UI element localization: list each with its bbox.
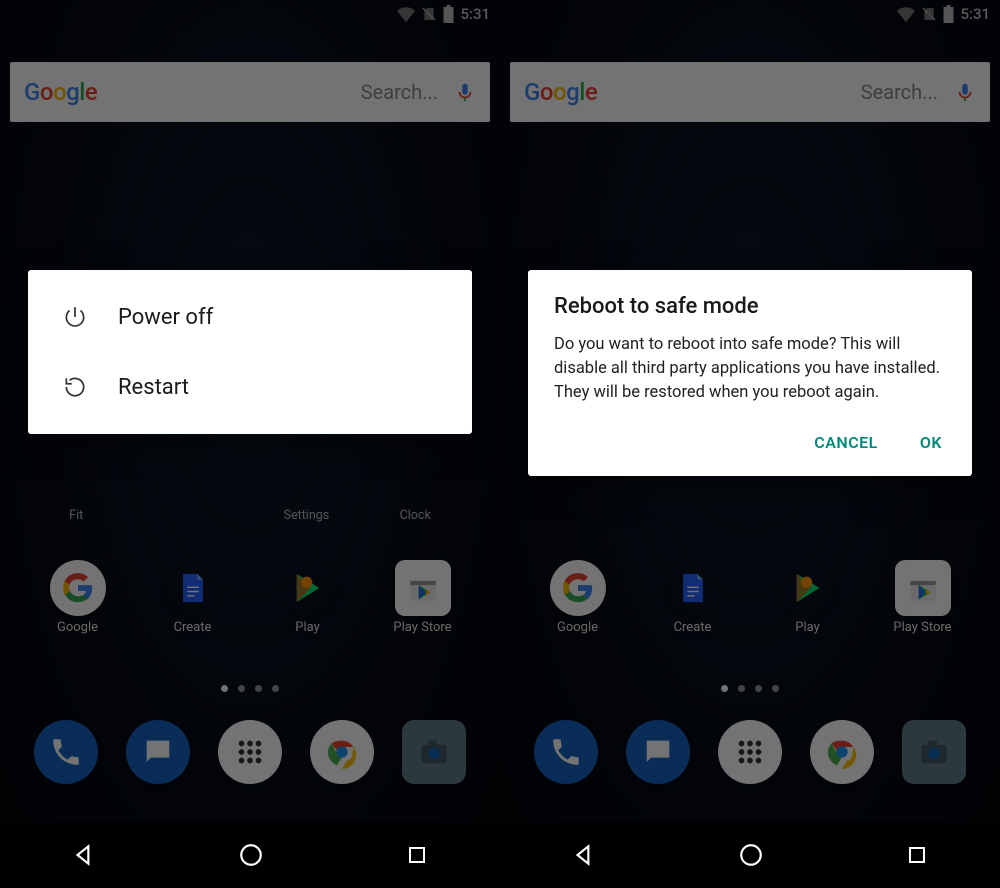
cancel-button[interactable]: CANCEL [810, 427, 882, 458]
nav-recent-icon[interactable] [405, 843, 429, 867]
navigation-bar [0, 822, 500, 888]
phone-screenshot-right: 5:31 Google Search... Google Create Play… [500, 0, 1000, 888]
nav-recent-icon[interactable] [905, 843, 929, 867]
navigation-bar [500, 822, 1000, 888]
dim-overlay [0, 0, 500, 888]
power-menu-dialog: Power off Restart [28, 270, 472, 434]
ok-button[interactable]: OK [916, 427, 946, 458]
restart-button[interactable]: Restart [28, 352, 472, 422]
power-icon [62, 304, 88, 330]
restart-label: Restart [118, 375, 189, 400]
dialog-title: Reboot to safe mode [554, 294, 946, 319]
nav-home-icon[interactable] [738, 842, 764, 868]
power-off-label: Power off [118, 305, 213, 330]
dialog-body: Do you want to reboot into safe mode? Th… [554, 333, 946, 405]
power-off-button[interactable]: Power off [28, 282, 472, 352]
phone-screenshot-left: 5:31 Google Search... Fit Settings Clock… [0, 0, 500, 888]
nav-home-icon[interactable] [238, 842, 264, 868]
nav-back-icon[interactable] [571, 842, 597, 868]
dialog-actions: CANCEL OK [554, 427, 946, 458]
safe-mode-dialog: Reboot to safe mode Do you want to reboo… [528, 270, 972, 476]
nav-back-icon[interactable] [71, 842, 97, 868]
restart-icon [62, 374, 88, 400]
